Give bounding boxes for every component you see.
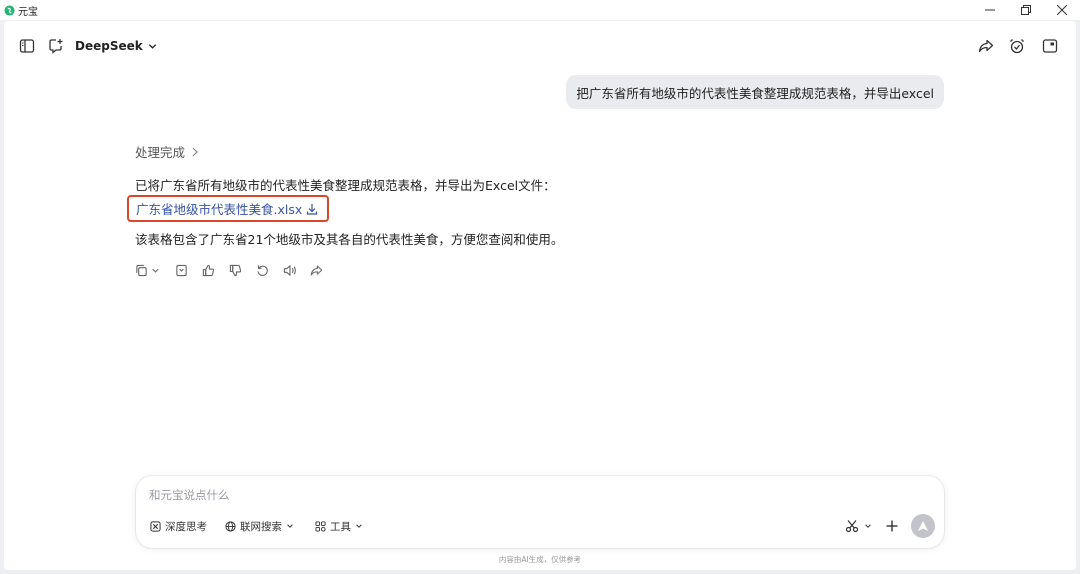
- share-icon: [310, 265, 323, 275]
- answer-text-line1: 已将广东省所有地级市的代表性美食整理成规范表格，并导出为Excel文件：: [135, 178, 556, 193]
- window-mode-button[interactable]: [1039, 35, 1061, 57]
- chevron-right-icon: [192, 147, 198, 156]
- model-name: DeepSeek: [75, 39, 143, 53]
- processing-status[interactable]: 处理完成: [135, 142, 199, 161]
- deep-think-toggle[interactable]: 深度思考: [150, 516, 207, 536]
- message-actions: [135, 262, 323, 278]
- bookmark-button[interactable]: [175, 262, 188, 278]
- window-title: 元宝: [18, 6, 38, 18]
- new-chat-button[interactable]: [45, 35, 67, 57]
- copy-icon: [136, 264, 147, 276]
- alarm-button[interactable]: [1006, 35, 1028, 57]
- chat-input[interactable]: [149, 486, 849, 504]
- share-chat-button[interactable]: [975, 35, 997, 57]
- chat-panel: DeepSeek 把广东省所有地级市的代表性美食整理成规范表格，并导出excel…: [4, 21, 1076, 570]
- chevron-down-icon: [356, 524, 362, 528]
- user-message-bubble: 把广东省所有地级市的代表性美食整理成规范表格，并导出excel: [566, 75, 944, 109]
- chevron-down-icon: [148, 43, 156, 49]
- chevron-down-icon: [865, 524, 871, 528]
- top-bar: DeepSeek: [4, 21, 1076, 71]
- download-file-link[interactable]: 广东省地级市代表性美食.xlsx: [127, 195, 329, 222]
- copy-button[interactable]: [135, 262, 160, 278]
- like-button[interactable]: [202, 262, 215, 278]
- answer-text-line2: 该表格包含了广东省21个地级市及其各自的代表性美食，方便您查阅和使用。: [135, 232, 564, 247]
- new-chat-icon: [49, 39, 63, 54]
- share-message-button[interactable]: [310, 262, 323, 278]
- close-icon: [1057, 5, 1067, 15]
- tools-label: 工具: [330, 520, 351, 533]
- tools-grid-icon: [315, 520, 326, 532]
- globe-icon: [225, 520, 236, 532]
- scissors-icon: [845, 520, 859, 533]
- sidebar-toggle-button[interactable]: [16, 35, 38, 57]
- web-search-label: 联网搜索: [240, 520, 282, 533]
- web-search-dropdown[interactable]: 联网搜索: [225, 516, 294, 536]
- download-icon: [307, 203, 318, 215]
- speaker-icon: [283, 264, 296, 276]
- ai-disclaimer: 内容由AI生成，仅供参考: [498, 555, 582, 564]
- screenshot-tool-button[interactable]: [845, 514, 872, 538]
- dislike-button[interactable]: [229, 262, 242, 278]
- restore-button[interactable]: [1008, 0, 1044, 20]
- chat-input-box: 深度思考 联网搜索 工具: [136, 476, 944, 548]
- yuanbao-logo-icon: [4, 4, 15, 16]
- status-text: 处理完成: [135, 145, 186, 160]
- send-button[interactable]: [911, 514, 935, 538]
- thumbs-up-icon: [202, 264, 215, 276]
- deep-think-icon: [150, 520, 161, 532]
- model-selector[interactable]: DeepSeek: [75, 36, 157, 56]
- share-icon: [978, 39, 994, 53]
- window-controls: [972, 0, 1080, 20]
- sidebar-toggle-icon: [19, 39, 35, 53]
- regenerate-icon: [257, 264, 268, 276]
- chevron-down-icon: [287, 524, 293, 528]
- thumbs-down-icon: [229, 264, 242, 276]
- minimize-icon: [985, 9, 995, 11]
- alarm-icon: [1010, 39, 1024, 54]
- plus-icon: [886, 520, 898, 532]
- minimize-button[interactable]: [972, 0, 1008, 20]
- regenerate-button[interactable]: [256, 262, 269, 278]
- deep-think-label: 深度思考: [165, 520, 207, 533]
- file-name: 广东省地级市代表性美食.xlsx: [136, 202, 303, 217]
- chevron-down-icon: [152, 268, 159, 273]
- read-aloud-button[interactable]: [283, 262, 297, 278]
- close-button[interactable]: [1044, 0, 1080, 20]
- tools-dropdown[interactable]: 工具: [315, 516, 363, 536]
- add-attachment-button[interactable]: [885, 514, 899, 538]
- restore-icon: [1021, 5, 1031, 15]
- window-icon: [1042, 39, 1058, 53]
- title-bar: 元宝: [0, 0, 1080, 20]
- bookmark-icon: [176, 264, 187, 276]
- send-arrow-icon: [918, 521, 928, 531]
